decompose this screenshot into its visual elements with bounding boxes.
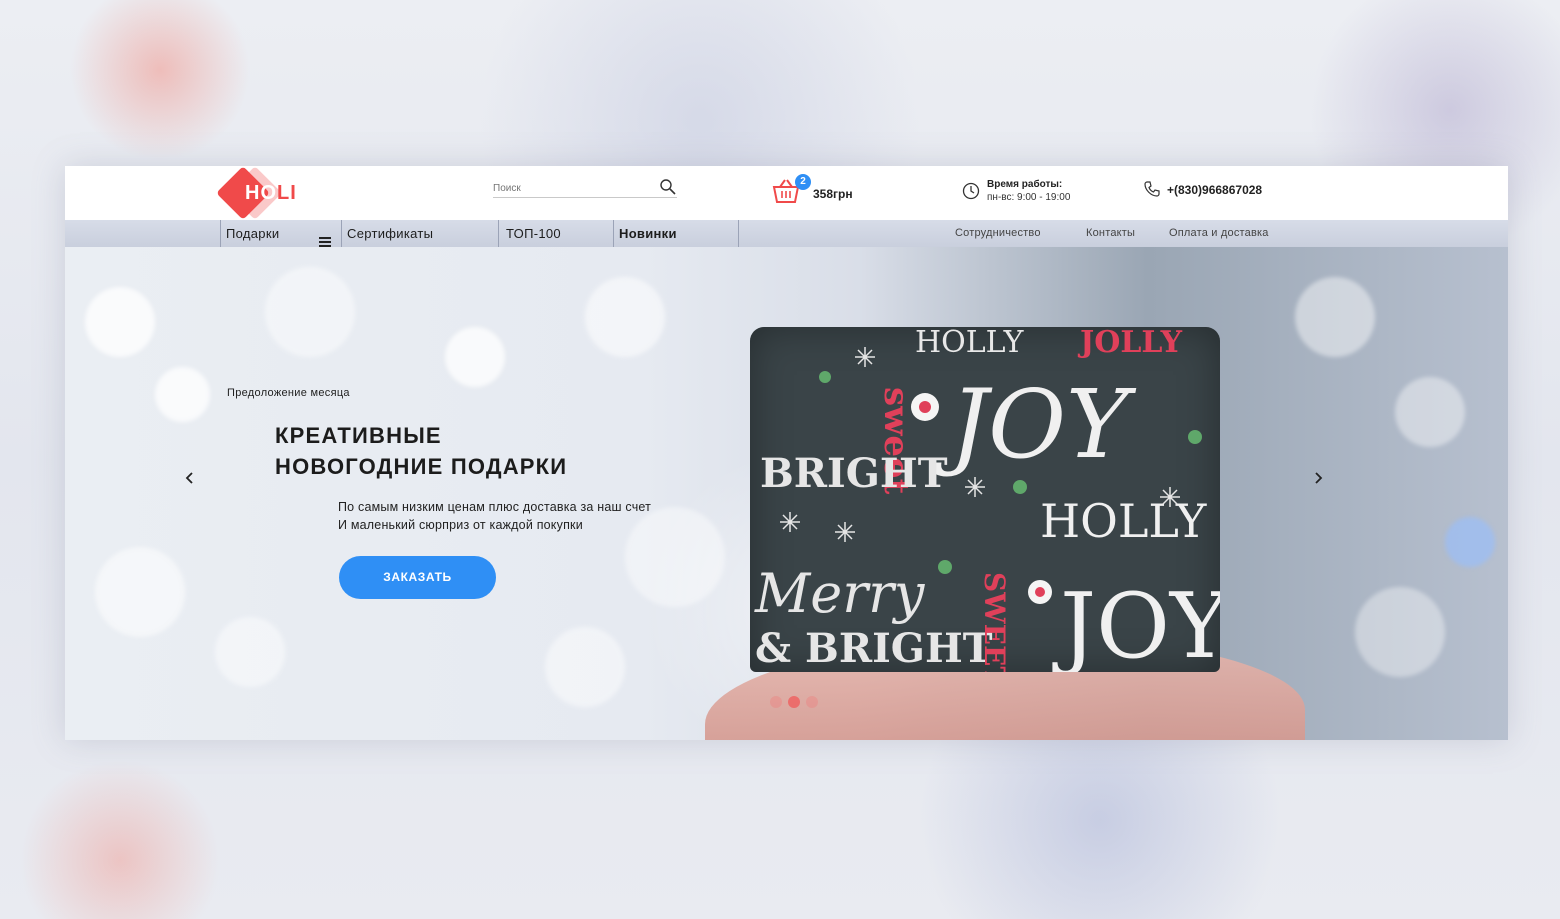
nav-item-label: Подарки [226,226,280,241]
gift-box: HOLLY JOLLY JOY HOLLY sweet Merry & BRIG… [750,327,1220,672]
bokeh-light [1295,277,1375,357]
hero-headline: КРЕАТИВНЫЕ НОВОГОДНИЕ ПОДАРКИ [275,420,567,482]
clock-icon [962,182,980,205]
chevron-right-icon[interactable] [1311,471,1325,485]
gift-wrapping-pattern: HOLLY JOLLY JOY HOLLY sweet Merry & BRIG… [754,327,1220,672]
bokeh-light [95,547,185,637]
gift-word: HOLLY [1040,494,1207,548]
site-header: HOLI 2 358грн Время работы: пн-вс: 9:00 … [65,166,1508,220]
bokeh-light [445,327,505,387]
bokeh-light [265,267,355,357]
nav-item-label: Новинки [619,226,677,241]
order-button[interactable]: ЗАКАЗАТЬ [339,556,496,599]
hours-value: пн-вс: 9:00 - 19:00 [987,192,1071,203]
hero-slider: HOLLY JOLLY JOY HOLLY sweet Merry & BRIG… [65,247,1508,740]
cart-count-badge: 2 [795,174,811,190]
slider-dots [770,696,820,708]
chevron-left-icon[interactable] [183,471,197,485]
nav-item-new[interactable]: Новинки [613,220,738,247]
nav-item-top100[interactable]: ТОП-100 [498,220,613,247]
logo-text-b: LI [277,182,297,204]
logo-text-a: HO [245,182,277,204]
bokeh-light [85,287,155,357]
holly-decoration [938,560,952,574]
hero-description: По самым низким ценам плюс доставка за н… [338,498,651,534]
holly-decoration [1013,480,1027,494]
search-bar [493,178,677,198]
description-line: И маленький сюрприз от каждой покупки [338,518,583,532]
hours-title: Время работы: [987,179,1063,190]
logo[interactable]: HOLI [216,166,315,220]
gift-word: HOLLY [915,327,1025,360]
gift-word: JOLLY [1077,327,1183,360]
nav-link-payment-delivery[interactable]: Оплата и доставка [1169,220,1269,247]
nav-link-contacts[interactable]: Контакты [1086,220,1135,247]
bokeh-light [1445,517,1495,567]
nav-item-certificates[interactable]: Сертификаты [341,220,498,247]
gift-word: Merry [754,562,926,625]
main-nav: Подарки Сертификаты ТОП-100 Новинки Сотр… [65,220,1508,247]
bokeh-light [215,617,285,687]
cart-amount: 358грн [813,187,853,201]
holly-decoration [819,371,831,383]
bokeh-light [1395,377,1465,447]
page-frame: HOLI 2 358грн Время работы: пн-вс: 9:00 … [65,166,1508,740]
offer-label: Предоложение месяца [227,387,350,399]
gift-word: & BRIGHT [755,625,993,672]
working-hours: Время работы: пн-вс: 9:00 - 19:00 [962,178,1102,208]
search-input[interactable] [493,179,653,194]
bokeh-light [585,277,665,357]
bokeh-light [545,627,625,707]
gift-word: JOY [1052,574,1220,672]
slider-dot[interactable] [788,696,800,708]
nav-link-cooperation[interactable]: Сотрудничество [955,220,1041,247]
candy-decoration [1035,587,1045,597]
bokeh-light [155,367,210,422]
description-line: По самым низким ценам плюс доставка за н… [338,500,652,514]
slider-dot[interactable] [806,696,818,708]
headline-line: КРЕАТИВНЫЕ [275,423,442,448]
gift-word: SWEET [978,572,1011,672]
logo-text: HOLI [245,182,297,205]
gift-word: JOY [934,370,1137,480]
nav-divider [738,220,739,247]
holly-decoration [1188,430,1202,444]
gift-word: BRIGHT [760,450,948,497]
search-icon[interactable] [659,178,677,201]
bokeh-light [1355,587,1445,677]
headline-line: НОВОГОДНИЕ ПОДАРКИ [275,454,568,479]
gift-image: HOLLY JOLLY JOY HOLLY sweet Merry & BRIG… [705,307,1305,740]
phone-icon [1143,180,1161,203]
nav-item-label: ТОП-100 [506,226,561,241]
slider-dot[interactable] [770,696,782,708]
nav-item-gifts[interactable]: Подарки [220,220,341,247]
phone-number[interactable]: +(830)966867028 [1167,183,1262,197]
cart[interactable]: 2 358грн [771,174,881,206]
candy-decoration [919,401,931,413]
phone-contact[interactable]: +(830)966867028 [1143,180,1303,202]
nav-item-label: Сертификаты [347,226,434,241]
